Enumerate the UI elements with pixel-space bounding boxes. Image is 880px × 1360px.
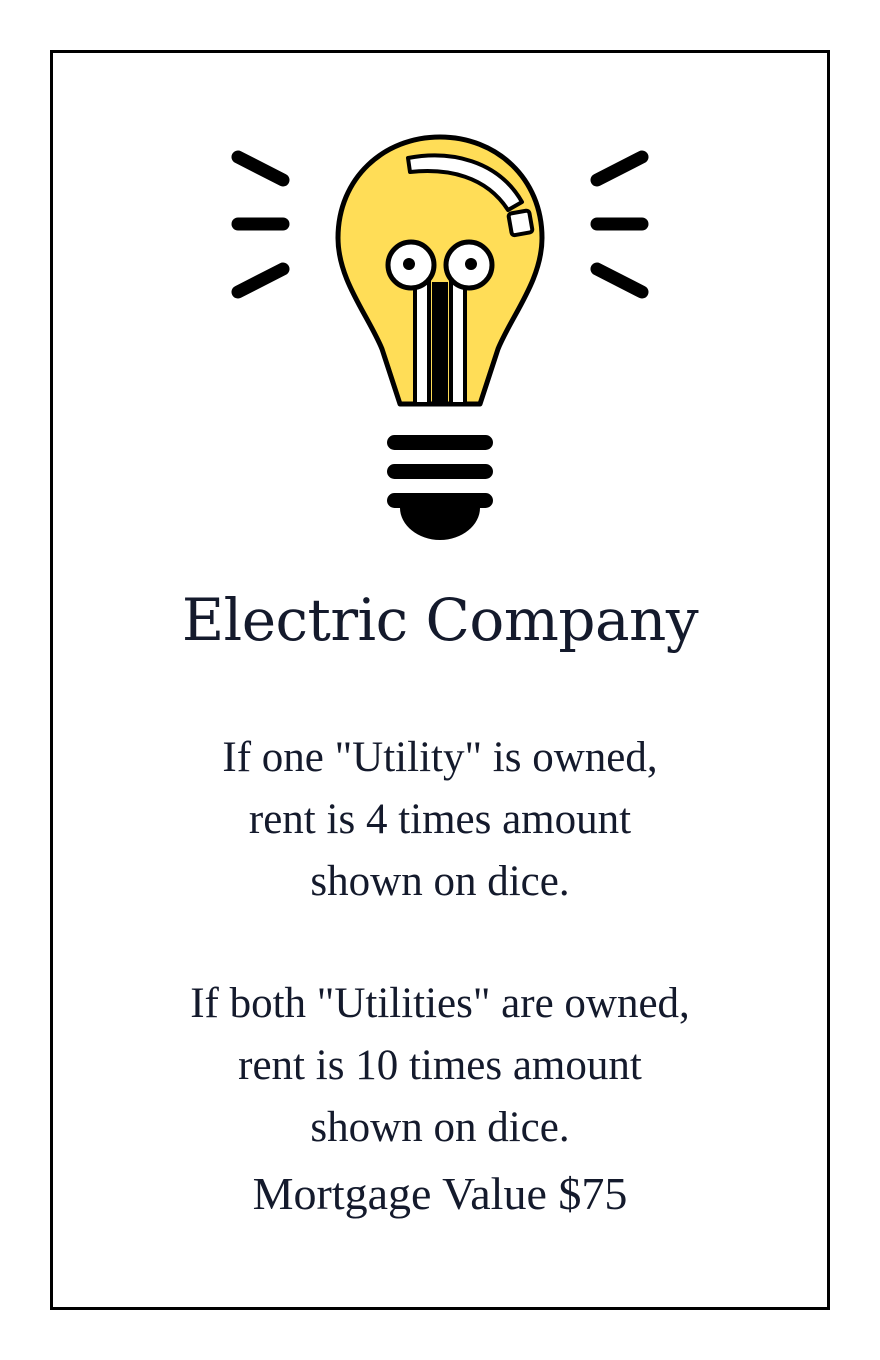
rule-one-utility: If one "Utility" is owned, rent is 4 tim… bbox=[0, 727, 880, 913]
rule-line: shown on dice. bbox=[310, 858, 570, 905]
rule-line: rent is 10 times amount bbox=[238, 1042, 642, 1089]
mortgage-value: Mortgage Value $75 bbox=[252, 1168, 628, 1219]
card-title: Electric Company bbox=[181, 586, 699, 654]
light-rays-right bbox=[590, 150, 649, 299]
bulb-highlight-dot bbox=[506, 208, 535, 238]
rule-both-utilities: If both "Utilities" are owned, rent is 1… bbox=[0, 973, 880, 1159]
lightbulb-icon bbox=[231, 134, 649, 540]
bulb-base bbox=[387, 435, 493, 540]
light-rays-left bbox=[231, 150, 290, 299]
rule-line: shown on dice. bbox=[310, 1104, 570, 1151]
rule-line: If one "Utility" is owned, bbox=[222, 734, 658, 781]
rule-line: If both "Utilities" are owned, bbox=[190, 980, 690, 1027]
rule-line: rent is 4 times amount bbox=[248, 796, 632, 843]
